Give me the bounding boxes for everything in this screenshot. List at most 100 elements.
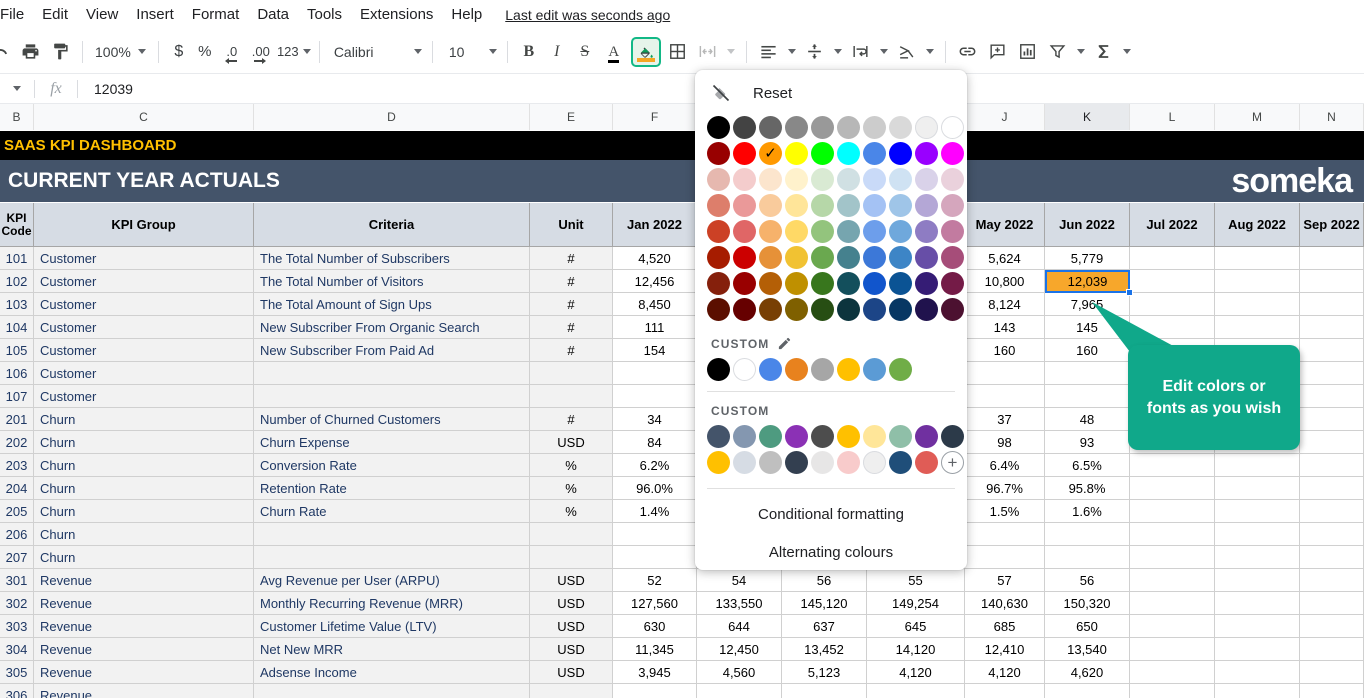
swatch-3-6[interactable] [863, 194, 886, 217]
menu-item-tools[interactable]: Tools [298, 0, 351, 30]
reset-color-row[interactable]: Reset [695, 70, 967, 116]
cell-sep-306[interactable] [1300, 684, 1364, 698]
custom2-swatch-7[interactable] [889, 425, 912, 448]
cell-sep-303[interactable] [1300, 615, 1364, 638]
cell-may-106[interactable] [965, 362, 1045, 385]
swatch-7-4[interactable] [811, 298, 834, 321]
create-filter-icon[interactable] [1044, 38, 1072, 66]
cell-apr-301[interactable]: 55 [867, 569, 965, 592]
custom2-swatch-2[interactable] [759, 425, 782, 448]
swatch-3-4[interactable] [811, 194, 834, 217]
column-header-m[interactable]: M [1215, 104, 1300, 130]
cell-jan-302[interactable]: 127,560 [613, 592, 697, 615]
cell-sep-207[interactable] [1300, 546, 1364, 569]
cell-code-207[interactable]: 207 [0, 546, 34, 569]
cell-jan-306[interactable] [613, 684, 697, 698]
cell-code-105[interactable]: 105 [0, 339, 34, 362]
cell-may-202[interactable]: 98 [965, 431, 1045, 454]
custom2-swatch-10[interactable] [707, 451, 730, 474]
cell-jun-202[interactable]: 93 [1045, 431, 1130, 454]
custom1-swatch-7[interactable] [889, 358, 912, 381]
swatch-5-2[interactable] [759, 246, 782, 269]
swatch-3-9[interactable] [941, 194, 964, 217]
cell-jun-204[interactable]: 95.8% [1045, 477, 1130, 500]
cell-aug-207[interactable] [1215, 546, 1300, 569]
cell-group-102[interactable]: Customer [34, 270, 254, 293]
swatch-6-4[interactable] [811, 272, 834, 295]
cell-jun-306[interactable] [1045, 684, 1130, 698]
text-wrapping-dropdown[interactable] [877, 38, 891, 66]
text-rotation-dropdown[interactable] [923, 38, 937, 66]
cell-sep-102[interactable] [1300, 270, 1364, 293]
cell-jan-102[interactable]: 12,456 [613, 270, 697, 293]
column-header-n[interactable]: N [1300, 104, 1364, 130]
cell-criteria-306[interactable] [254, 684, 530, 698]
swatch-3-5[interactable] [837, 194, 860, 217]
cell-code-206[interactable]: 206 [0, 523, 34, 546]
cell-jul-303[interactable] [1130, 615, 1215, 638]
cell-aug-205[interactable] [1215, 500, 1300, 523]
column-header-k[interactable]: K [1045, 104, 1130, 130]
swatch-2-0[interactable] [707, 168, 730, 191]
custom1-swatch-6[interactable] [863, 358, 886, 381]
cell-code-203[interactable]: 203 [0, 454, 34, 477]
cell-aug-302[interactable] [1215, 592, 1300, 615]
cell-jul-205[interactable] [1130, 500, 1215, 523]
cell-may-206[interactable] [965, 523, 1045, 546]
cell-may-203[interactable]: 6.4% [965, 454, 1045, 477]
custom1-swatch-2[interactable] [759, 358, 782, 381]
cell-unit-104[interactable]: # [530, 316, 613, 339]
menu-item-extensions[interactable]: Extensions [351, 0, 442, 30]
cell-jun-302[interactable]: 150,320 [1045, 592, 1130, 615]
cell-group-107[interactable]: Customer [34, 385, 254, 408]
swatch-4-0[interactable] [707, 220, 730, 243]
cell-sep-205[interactable] [1300, 500, 1364, 523]
selected-cell[interactable]: 12,039 [1045, 270, 1130, 293]
cell-jun-303[interactable]: 650 [1045, 615, 1130, 638]
cell-code-103[interactable]: 103 [0, 293, 34, 316]
custom2-swatch-4[interactable] [811, 425, 834, 448]
cell-criteria-105[interactable]: New Subscriber From Paid Ad [254, 339, 530, 362]
swatch-0-9[interactable] [941, 116, 964, 139]
cell-criteria-301[interactable]: Avg Revenue per User (ARPU) [254, 569, 530, 592]
paint-format-icon[interactable] [46, 38, 74, 66]
column-header-e[interactable]: E [530, 104, 613, 130]
cell-aug-306[interactable] [1215, 684, 1300, 698]
menu-item-file[interactable]: File [0, 0, 33, 30]
swatch-4-1[interactable] [733, 220, 756, 243]
swatch-7-8[interactable] [915, 298, 938, 321]
cell-apr-304[interactable]: 14,120 [867, 638, 965, 661]
cell-group-104[interactable]: Customer [34, 316, 254, 339]
swatch-4-4[interactable] [811, 220, 834, 243]
swatch-6-8[interactable] [915, 272, 938, 295]
swatch-5-8[interactable] [915, 246, 938, 269]
cell-unit-201[interactable]: # [530, 408, 613, 431]
cell-sep-105[interactable] [1300, 339, 1364, 362]
swatch-4-7[interactable] [889, 220, 912, 243]
cell-group-303[interactable]: Revenue [34, 615, 254, 638]
swatch-7-7[interactable] [889, 298, 912, 321]
cell-unit-305[interactable]: USD [530, 661, 613, 684]
more-formats-button[interactable]: 123 [277, 38, 311, 66]
cell-feb-304[interactable]: 12,450 [697, 638, 782, 661]
cell-unit-107[interactable] [530, 385, 613, 408]
cell-criteria-207[interactable] [254, 546, 530, 569]
swatch-1-2[interactable]: ✓ [759, 142, 782, 165]
cell-criteria-206[interactable] [254, 523, 530, 546]
swatch-3-2[interactable] [759, 194, 782, 217]
cell-unit-303[interactable]: USD [530, 615, 613, 638]
cell-unit-306[interactable] [530, 684, 613, 698]
cell-criteria-106[interactable] [254, 362, 530, 385]
borders-icon[interactable] [664, 38, 692, 66]
custom2-swatch-3[interactable] [785, 425, 808, 448]
swatch-1-7[interactable] [889, 142, 912, 165]
cell-may-102[interactable]: 10,800 [965, 270, 1045, 293]
cell-jul-207[interactable] [1130, 546, 1215, 569]
cell-mar-304[interactable]: 13,452 [782, 638, 867, 661]
swatch-3-1[interactable] [733, 194, 756, 217]
cell-criteria-103[interactable]: The Total Amount of Sign Ups [254, 293, 530, 316]
cell-code-201[interactable]: 201 [0, 408, 34, 431]
cell-sep-202[interactable] [1300, 431, 1364, 454]
column-header-l[interactable]: L [1130, 104, 1215, 130]
cell-code-306[interactable]: 306 [0, 684, 34, 698]
